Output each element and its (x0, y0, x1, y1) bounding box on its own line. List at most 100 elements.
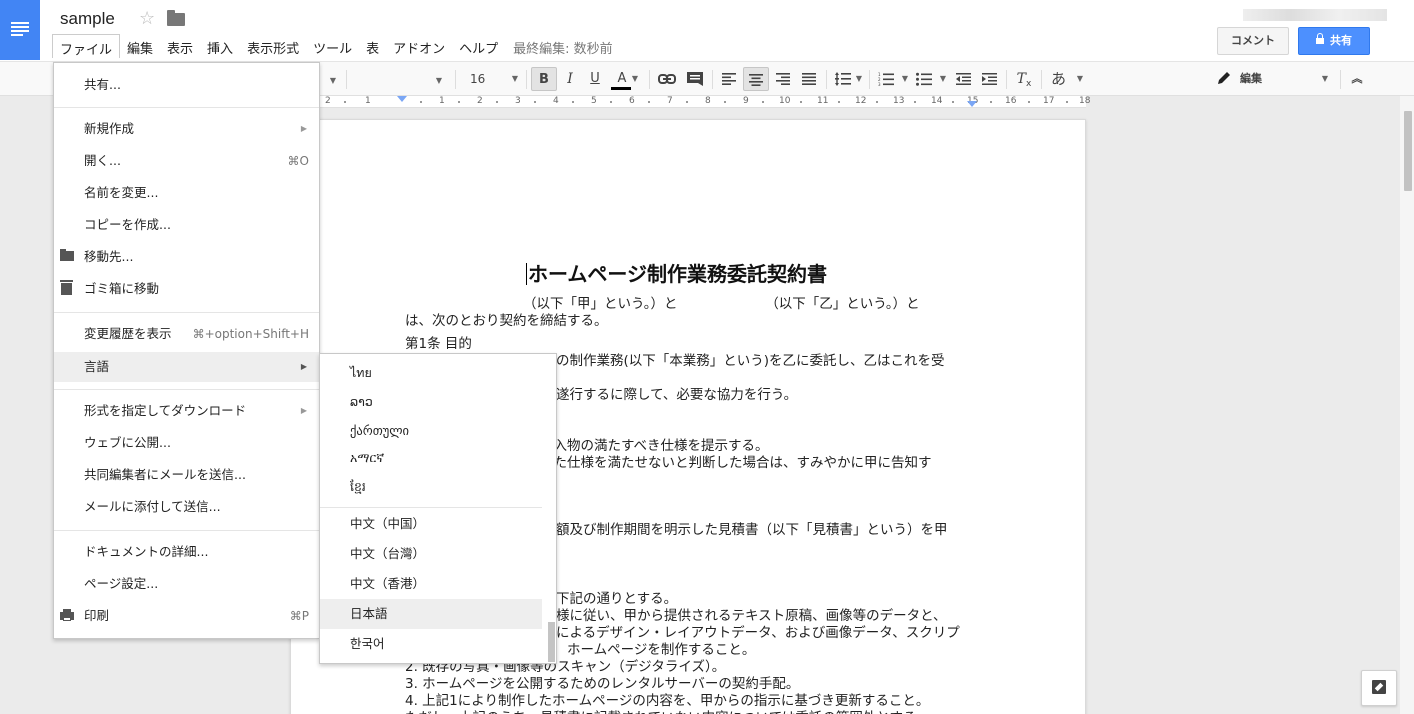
menu-bar: ファイル 編集 表示 挿入 表示形式 ツール 表 アドオン ヘルプ 最終編集: … (52, 34, 613, 58)
menu-item-label: 言語 (84, 359, 110, 374)
menu-item-open[interactable]: 開く... ⌘O (54, 147, 319, 175)
ruler-mark: 1 (365, 96, 371, 106)
language-option[interactable]: ລາວ (320, 387, 542, 417)
menu-item-copy[interactable]: コピーを作成... (54, 211, 319, 239)
menu-view[interactable]: 表示 (160, 34, 200, 58)
submenu-scrollbar-thumb[interactable] (548, 622, 555, 662)
increase-indent-icon[interactable] (977, 67, 1001, 91)
language-label: ქართული (350, 423, 410, 438)
decrease-indent-icon[interactable] (951, 67, 975, 91)
underline-button[interactable]: U (584, 67, 606, 91)
font-size-value: 16 (470, 72, 486, 86)
doc-line[interactable]: の制作業務(以下「本業務」という)を乙に委託し、乙はこれを受 (556, 349, 945, 369)
italic-button[interactable]: I (559, 67, 581, 91)
ruler-mark: 2 (477, 96, 483, 106)
menu-item-share[interactable]: 共有... (54, 71, 319, 99)
ruler-mark: 9 (743, 96, 749, 106)
numbered-list-icon[interactable]: 1 2 3 ▼ (874, 67, 910, 91)
bulleted-list-icon[interactable]: ▼ (912, 67, 948, 91)
doc-line[interactable]: 額及び制作期間を明示した見積書（以下「見積書」という）を甲 (556, 518, 948, 538)
ruler-mark: 16 (1005, 96, 1017, 106)
menu-insert[interactable]: 挿入 (200, 34, 240, 58)
menu-format[interactable]: 表示形式 (240, 34, 306, 58)
language-option-selected[interactable]: 日本語 (320, 599, 542, 629)
file-menu: 共有... 新規作成 ▶ 開く... ⌘O 名前を変更... コピーを作成... 移… (53, 62, 320, 639)
submenu-arrow-icon: ▶ (300, 124, 307, 133)
account-info[interactable] (1243, 9, 1387, 21)
docs-home-icon[interactable] (0, 0, 40, 60)
doc-line[interactable]: れた仕様を満たせないと判断した場合は、すみやかに甲に告知す (540, 451, 932, 471)
menu-item-email-attachment[interactable]: メールに添付して送信... (54, 493, 319, 521)
link-icon[interactable] (655, 67, 679, 91)
print-icon (60, 609, 74, 621)
menu-item-language[interactable]: 言語 ▶ (54, 352, 319, 382)
menu-addons[interactable]: アドオン (386, 34, 452, 58)
share-label: 共有 (1330, 34, 1352, 47)
language-option[interactable]: 中文（香港） (320, 569, 542, 599)
bold-button[interactable]: B (531, 67, 557, 91)
menu-item-revision-history[interactable]: 変更履歴を表示 ⌘+option+Shift+H (54, 320, 319, 348)
ruler[interactable]: 2 1 1 2 3 4 5 6 7 8 9 10 11 12 13 14 15 (290, 96, 1090, 108)
style-dropdown[interactable]: ▼ (325, 67, 341, 91)
left-indent-marker[interactable] (397, 96, 407, 102)
font-size-dropdown[interactable]: 16 ▼ (462, 67, 522, 91)
line-spacing-icon[interactable]: ▼ (831, 67, 865, 91)
menu-item-trash[interactable]: ゴミ箱に移動 (54, 275, 319, 303)
text-color-button[interactable]: A ▼ (609, 67, 638, 91)
share-button[interactable]: 共有 (1298, 27, 1370, 55)
menu-file[interactable]: ファイル (52, 34, 121, 58)
menu-item-new[interactable]: 新規作成 ▶ (54, 115, 319, 143)
menu-item-download-as[interactable]: 形式を指定してダウンロード ▶ (54, 397, 319, 425)
align-right-icon[interactable] (771, 67, 795, 91)
language-option[interactable]: 中文（中国） (320, 509, 542, 539)
doc-line[interactable]: 遂行するに際して、必要な協力を行う。 (556, 383, 797, 403)
app-window: sample ☆ コメント 共有 ファイル 編集 表示 挿入 表示形式 ツール … (0, 0, 1414, 714)
scrollbar-thumb[interactable] (1404, 111, 1412, 191)
input-tools-button[interactable]: あ ▼ (1047, 67, 1087, 91)
menu-help[interactable]: ヘルプ (452, 34, 505, 58)
language-option[interactable]: ไทย (320, 358, 542, 388)
clear-formatting-icon[interactable]: Tx (1012, 67, 1036, 91)
language-option[interactable]: 中文（台灣） (320, 539, 542, 569)
menu-item-email-collaborators[interactable]: 共同編集者にメールを送信... (54, 461, 319, 489)
last-edit-status[interactable]: 最終編集: 数秒前 (513, 34, 613, 58)
language-option[interactable]: 한국어 (320, 629, 542, 659)
collapse-menus-icon[interactable]: ︽ (1345, 67, 1369, 91)
language-label: አማርኛ (350, 450, 385, 465)
ruler-mark: 7 (667, 96, 673, 106)
doc-line[interactable]: ただし、上記のうち、見積書に記載されていない内容については委託の範囲外とする。 (405, 706, 930, 714)
lock-icon (1316, 33, 1324, 44)
doc-line[interactable]: は、次のとおり契約を締結する。 (405, 309, 608, 329)
document-title[interactable]: sample (60, 9, 115, 29)
language-option[interactable]: አማርኛ (320, 443, 542, 473)
folder-icon[interactable] (167, 10, 185, 26)
language-label: ລາວ (350, 394, 373, 409)
explore-button[interactable] (1361, 670, 1397, 706)
menu-item-rename[interactable]: 名前を変更... (54, 179, 319, 207)
font-dropdown[interactable]: ▼ (350, 67, 446, 91)
align-left-icon[interactable] (717, 67, 741, 91)
menu-item-move[interactable]: 移動先... (54, 243, 319, 271)
language-label: 中文（香港） (350, 576, 426, 591)
editing-mode-dropdown[interactable]: 編集 ▼ (1212, 67, 1334, 91)
menu-tools[interactable]: ツール (306, 34, 359, 58)
language-option[interactable]: ខ្មែរ (320, 472, 542, 502)
menu-item-page-setup[interactable]: ページ設定... (54, 570, 319, 598)
comments-button[interactable]: コメント (1217, 27, 1289, 55)
menu-item-label: 共有... (84, 77, 121, 92)
right-indent-marker[interactable] (967, 101, 977, 107)
menu-item-label: 共同編集者にメールを送信... (84, 467, 246, 482)
align-center-icon[interactable] (743, 67, 769, 91)
menu-table[interactable]: 表 (359, 34, 386, 58)
comment-insert-icon[interactable] (683, 67, 707, 91)
document-heading[interactable]: ホームページ制作業務委託契約書 (526, 258, 827, 287)
ruler-mark: 2 (325, 96, 331, 106)
doc-line[interactable]: 第1条 目的 (405, 332, 472, 352)
menu-edit[interactable]: 編集 (120, 34, 160, 58)
star-icon[interactable]: ☆ (139, 8, 155, 29)
language-option[interactable]: ქართული (320, 416, 542, 446)
align-justify-icon[interactable] (797, 67, 821, 91)
menu-item-publish[interactable]: ウェブに公開... (54, 429, 319, 457)
menu-item-document-details[interactable]: ドキュメントの詳細... (54, 538, 319, 566)
menu-item-print[interactable]: 印刷 ⌘P (54, 602, 319, 630)
